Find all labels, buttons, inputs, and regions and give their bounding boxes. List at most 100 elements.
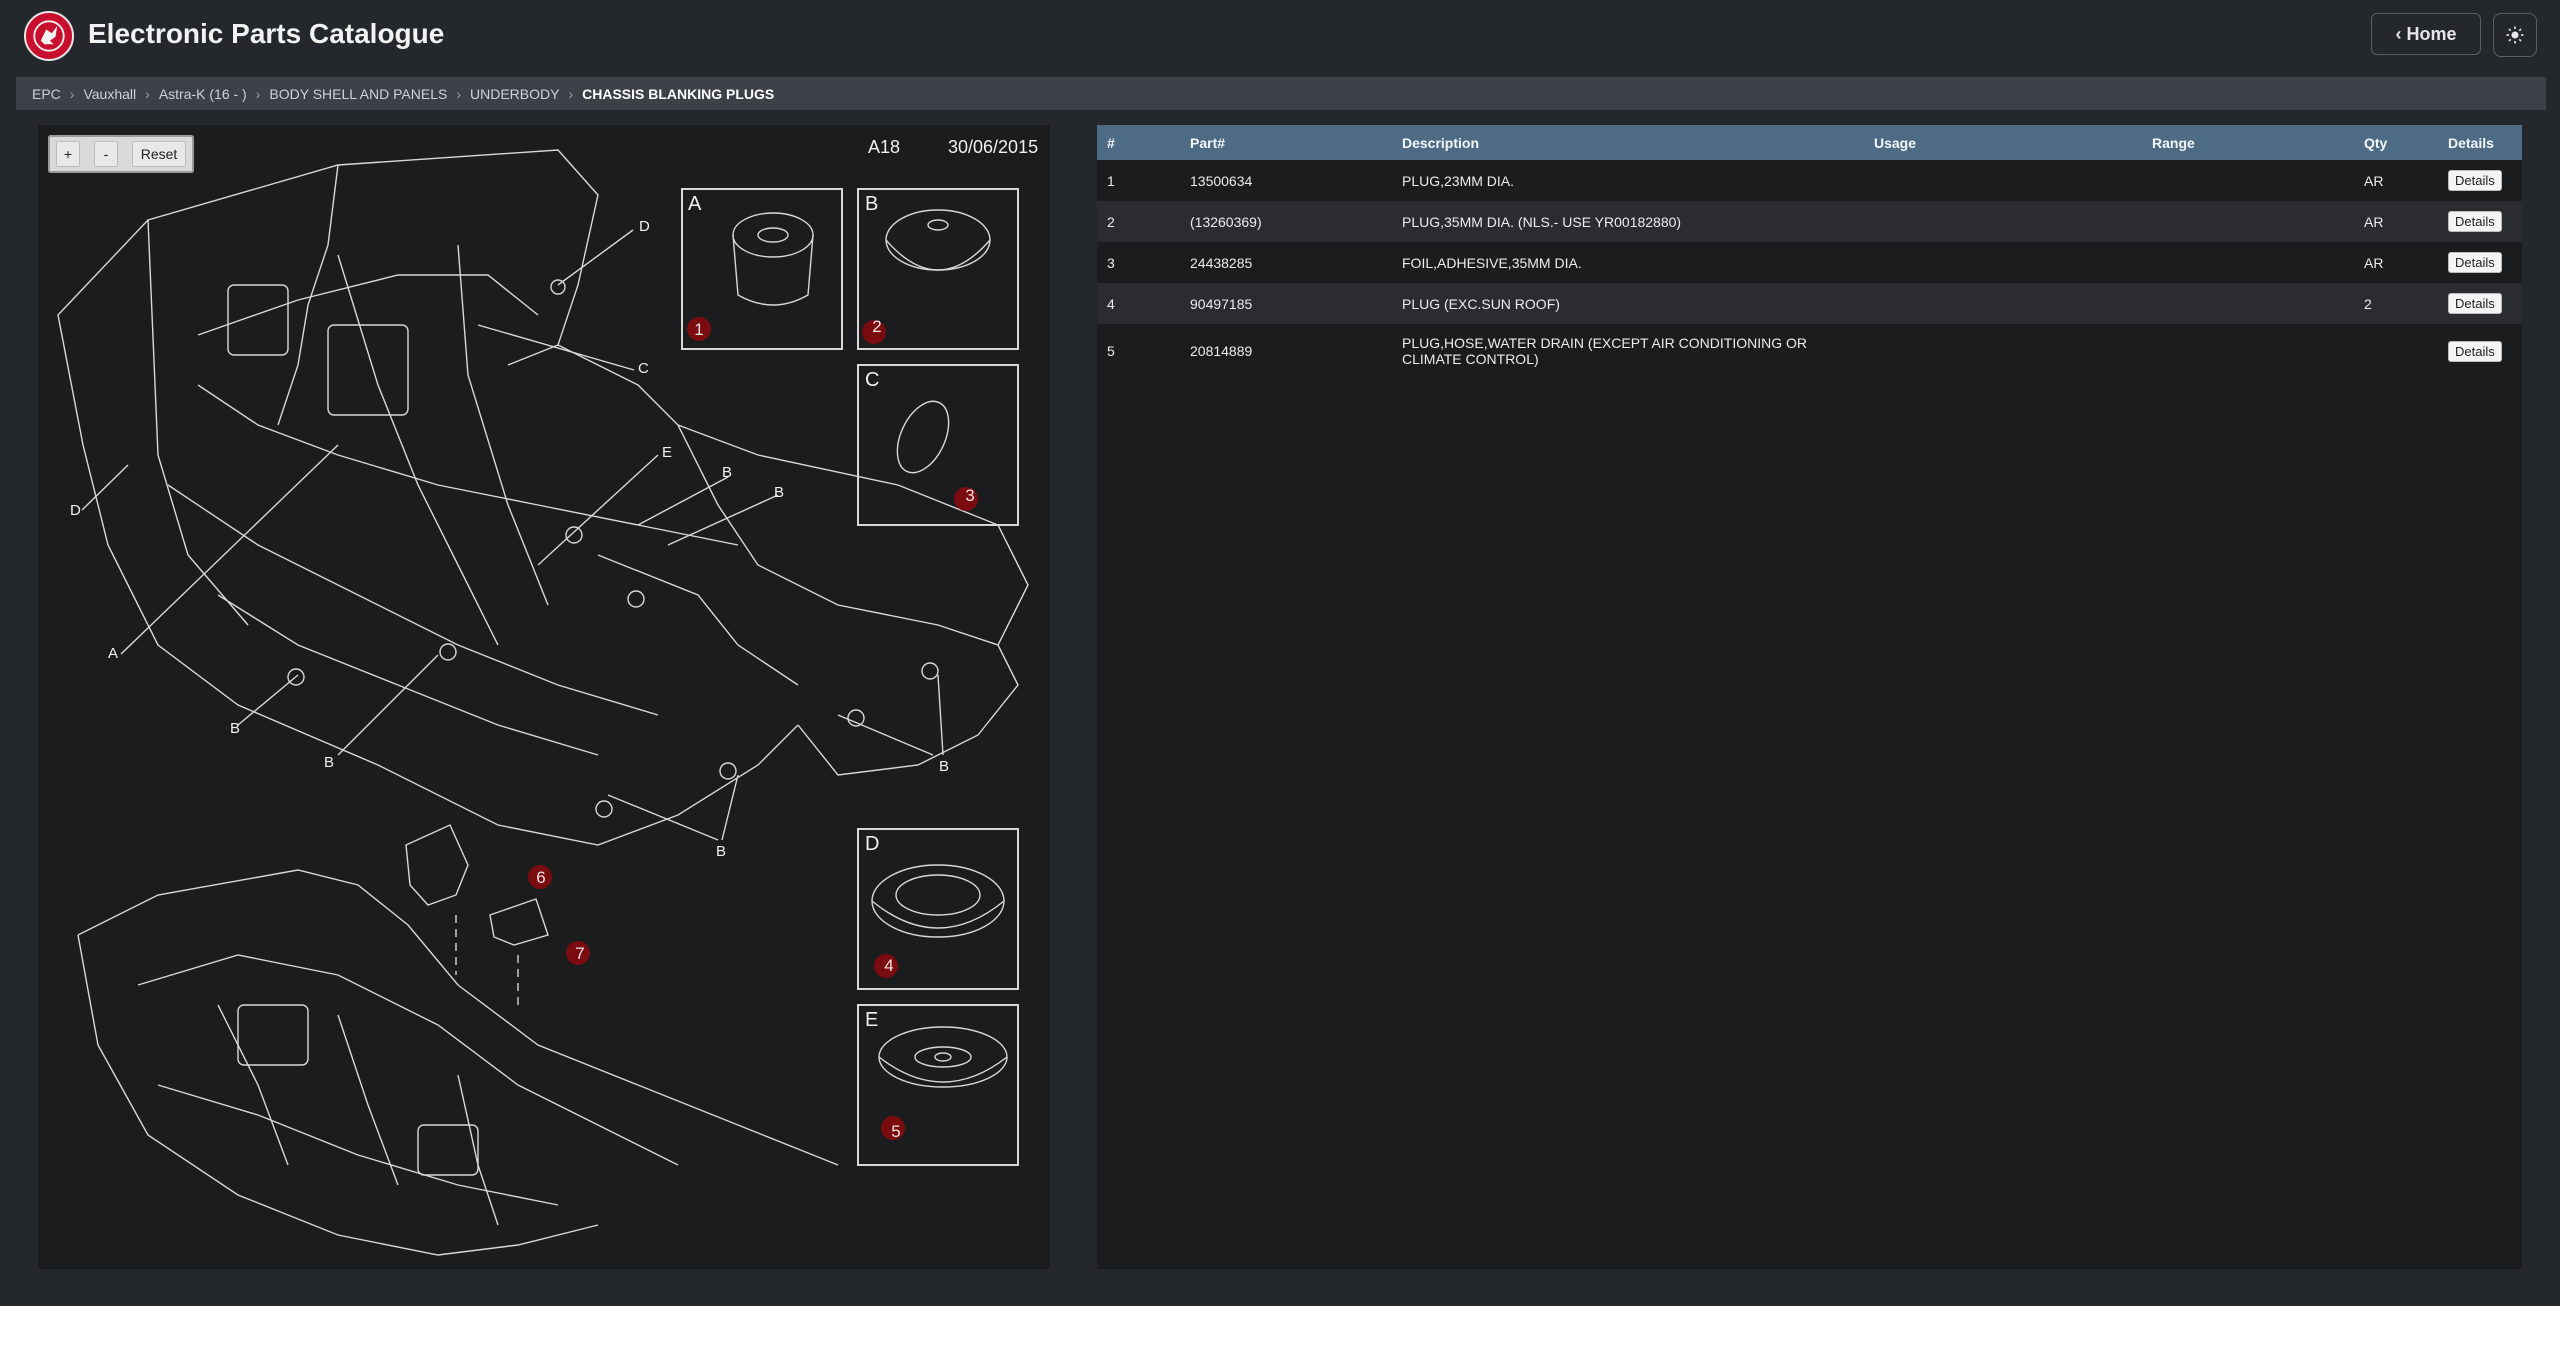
breadcrumb-model[interactable]: Astra-K (16 - ) bbox=[159, 86, 247, 102]
part-range bbox=[2142, 160, 2354, 201]
column-header-usage: Usage bbox=[1864, 125, 2142, 160]
app-title: Electronic Parts Catalogue bbox=[88, 18, 445, 49]
column-header-details: Details bbox=[2438, 125, 2522, 160]
table-row[interactable]: 1 13500634 PLUG,23MM DIA. AR Details bbox=[1097, 160, 2522, 201]
svg-text:B: B bbox=[722, 464, 732, 481]
part-range bbox=[2142, 242, 2354, 283]
svg-text:2: 2 bbox=[872, 317, 881, 336]
part-number: (13260369) bbox=[1180, 201, 1392, 242]
table-row[interactable]: 2 (13260369) PLUG,35MM DIA. (NLS.- USE Y… bbox=[1097, 201, 2522, 242]
zoom-out-button[interactable]: - bbox=[94, 141, 118, 167]
app-header: Electronic Parts Catalogue ‹ Home bbox=[0, 0, 2560, 70]
details-cell: Details bbox=[2438, 160, 2522, 201]
breadcrumb-separator: › bbox=[255, 85, 261, 102]
svg-text:E: E bbox=[865, 1009, 878, 1031]
diagram-date: 30/06/2015 bbox=[948, 137, 1039, 157]
svg-text:C: C bbox=[865, 369, 879, 391]
zoom-reset-button[interactable]: Reset bbox=[132, 141, 186, 167]
svg-text:3: 3 bbox=[965, 486, 974, 505]
table-row[interactable]: 5 20814889 PLUG,HOSE,WATER DRAIN (EXCEPT… bbox=[1097, 324, 2522, 378]
part-number: 90497185 bbox=[1180, 283, 1392, 324]
table-row[interactable]: 4 90497185 PLUG (EXC.SUN ROOF) 2 Details bbox=[1097, 283, 2522, 324]
part-range bbox=[2142, 324, 2354, 378]
part-number: 24438285 bbox=[1180, 242, 1392, 283]
column-header-qty: Qty bbox=[2354, 125, 2438, 160]
svg-text:1: 1 bbox=[694, 320, 703, 339]
part-description: PLUG (EXC.SUN ROOF) bbox=[1392, 283, 1864, 324]
part-qty bbox=[2354, 324, 2438, 378]
svg-text:C: C bbox=[638, 360, 649, 377]
svg-text:B: B bbox=[939, 758, 949, 775]
part-description: PLUG,23MM DIA. bbox=[1392, 160, 1864, 201]
breadcrumb-separator: › bbox=[69, 85, 75, 102]
details-cell: Details bbox=[2438, 201, 2522, 242]
row-number: 2 bbox=[1097, 201, 1180, 242]
details-cell: Details bbox=[2438, 242, 2522, 283]
row-number: 4 bbox=[1097, 283, 1180, 324]
griffin-logo-icon[interactable] bbox=[24, 11, 74, 61]
part-usage bbox=[1864, 201, 2142, 242]
breadcrumb-epc[interactable]: EPC bbox=[32, 86, 61, 102]
svg-text:B: B bbox=[324, 754, 334, 771]
svg-text:4: 4 bbox=[884, 956, 893, 975]
details-button[interactable]: Details bbox=[2448, 170, 2502, 191]
svg-text:B: B bbox=[865, 193, 878, 215]
svg-text:5: 5 bbox=[891, 1122, 900, 1141]
details-cell: Details bbox=[2438, 324, 2522, 378]
exploded-parts-diagram[interactable]: D C D E B B A B B B B A B C D E 1 2 3 4 5 6 7 bbox=[38, 125, 1050, 1269]
svg-text:B: B bbox=[230, 720, 240, 737]
part-description: FOIL,ADHESIVE,35MM DIA. bbox=[1392, 242, 1864, 283]
parts-list-panel: # Part# Description Usage Range Qty Deta… bbox=[1097, 125, 2522, 1269]
column-header-range: Range bbox=[2142, 125, 2354, 160]
page-footer bbox=[0, 1306, 2560, 1364]
details-button[interactable]: Details bbox=[2448, 211, 2502, 232]
part-qty: AR bbox=[2354, 201, 2438, 242]
svg-text:A: A bbox=[108, 645, 118, 662]
svg-text:6: 6 bbox=[536, 868, 545, 887]
breadcrumb-vauxhall[interactable]: Vauxhall bbox=[83, 86, 136, 102]
part-description-line: CLIMATE CONTROL) bbox=[1402, 351, 1539, 367]
breadcrumb-subgroup[interactable]: UNDERBODY bbox=[470, 86, 559, 102]
parts-diagram-panel[interactable]: D C D E B B A B B B B A B C D E 1 2 3 4 5 6 7 +… bbox=[38, 125, 1050, 1269]
breadcrumb-current: CHASSIS BLANKING PLUGS bbox=[582, 85, 775, 102]
details-cell: Details bbox=[2438, 283, 2522, 324]
zoom-in-button[interactable]: + bbox=[56, 141, 80, 167]
details-button[interactable]: Details bbox=[2448, 252, 2502, 273]
part-qty: AR bbox=[2354, 242, 2438, 283]
column-header-part: Part# bbox=[1180, 125, 1392, 160]
part-number: 13500634 bbox=[1180, 160, 1392, 201]
part-range bbox=[2142, 201, 2354, 242]
parts-table: # Part# Description Usage Range Qty Deta… bbox=[1097, 125, 2522, 378]
part-qty: 2 bbox=[2354, 283, 2438, 324]
table-header-row: # Part# Description Usage Range Qty Deta… bbox=[1097, 125, 2522, 160]
svg-text:B: B bbox=[716, 843, 726, 860]
part-usage bbox=[1864, 324, 2142, 378]
column-header-number: # bbox=[1097, 125, 1180, 160]
svg-text:A: A bbox=[688, 193, 702, 215]
part-usage bbox=[1864, 283, 2142, 324]
details-button[interactable]: Details bbox=[2448, 293, 2502, 314]
breadcrumb: EPC › Vauxhall › Astra-K (16 - ) › BODY … bbox=[16, 77, 2546, 110]
breadcrumb-separator: › bbox=[568, 85, 574, 102]
part-range bbox=[2142, 283, 2354, 324]
table-row[interactable]: 3 24438285 FOIL,ADHESIVE,35MM DIA. AR De… bbox=[1097, 242, 2522, 283]
part-usage bbox=[1864, 160, 2142, 201]
diagram-code: A18 bbox=[868, 137, 901, 157]
breadcrumb-separator: › bbox=[145, 85, 150, 102]
svg-text:D: D bbox=[865, 833, 879, 855]
details-button[interactable]: Details bbox=[2448, 340, 2502, 362]
breadcrumb-group[interactable]: BODY SHELL AND PANELS bbox=[269, 86, 447, 102]
part-qty: AR bbox=[2354, 160, 2438, 201]
svg-text:B: B bbox=[774, 484, 784, 501]
column-header-description: Description bbox=[1392, 125, 1864, 160]
svg-text:D: D bbox=[70, 502, 81, 519]
row-number: 1 bbox=[1097, 160, 1180, 201]
home-button[interactable]: ‹ Home bbox=[2371, 13, 2481, 55]
theme-toggle-button[interactable] bbox=[2493, 13, 2537, 57]
svg-text:D: D bbox=[639, 218, 650, 235]
part-description-line: PLUG,HOSE,WATER DRAIN (EXCEPT AIR CONDIT… bbox=[1402, 335, 1808, 351]
part-usage bbox=[1864, 242, 2142, 283]
sun-icon bbox=[2506, 26, 2524, 44]
row-number: 5 bbox=[1097, 324, 1180, 378]
svg-text:7: 7 bbox=[575, 944, 584, 963]
